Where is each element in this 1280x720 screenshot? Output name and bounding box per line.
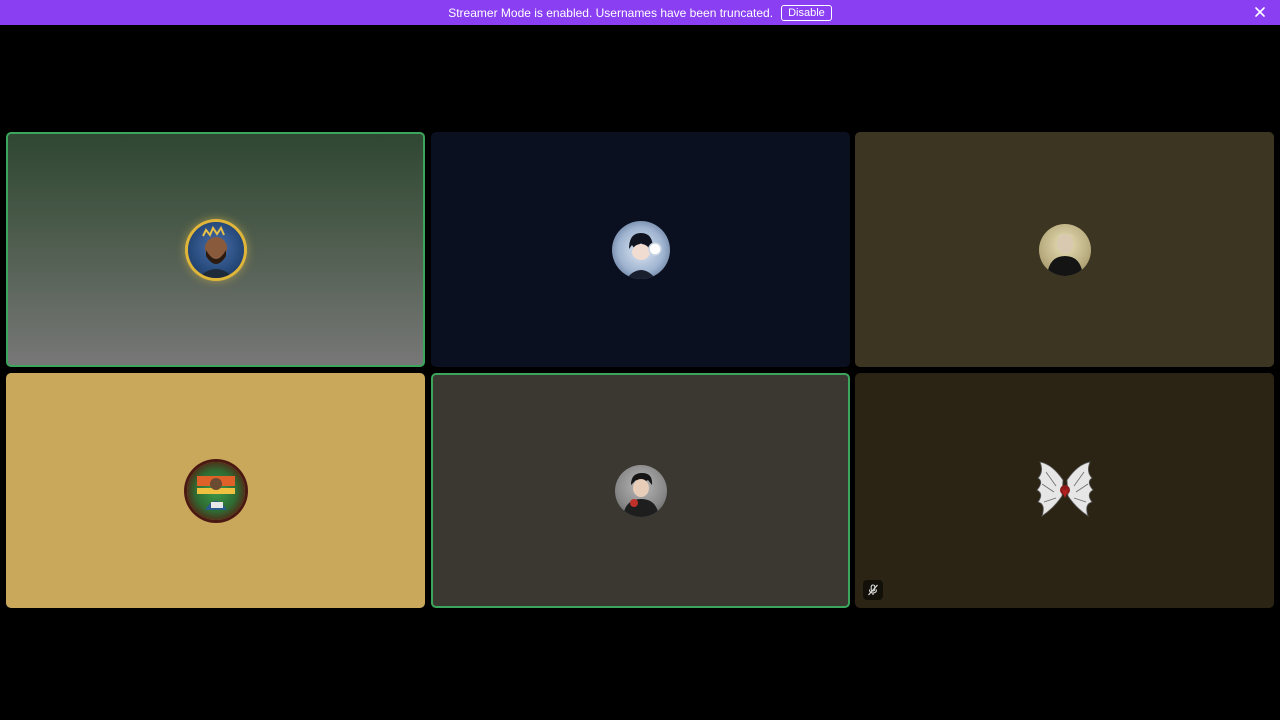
- participant-tile-3[interactable]: [855, 132, 1274, 367]
- participant-avatar: [186, 461, 245, 520]
- participant-muted-indicator: [863, 580, 883, 600]
- participant-avatar: [1038, 223, 1091, 276]
- participant-tile-4[interactable]: [6, 373, 425, 608]
- participant-tile-5[interactable]: [431, 373, 850, 608]
- participant-avatar: [187, 221, 244, 278]
- participant-tile-1[interactable]: [6, 132, 425, 367]
- participant-tile-6[interactable]: [855, 373, 1274, 608]
- participant-tile-2[interactable]: [431, 132, 850, 367]
- voice-call-grid: [0, 0, 1280, 720]
- mic-muted-icon: [868, 584, 878, 596]
- participant-avatar: [614, 464, 667, 517]
- participant-avatar: [611, 220, 670, 279]
- participant-avatar: [1032, 458, 1098, 524]
